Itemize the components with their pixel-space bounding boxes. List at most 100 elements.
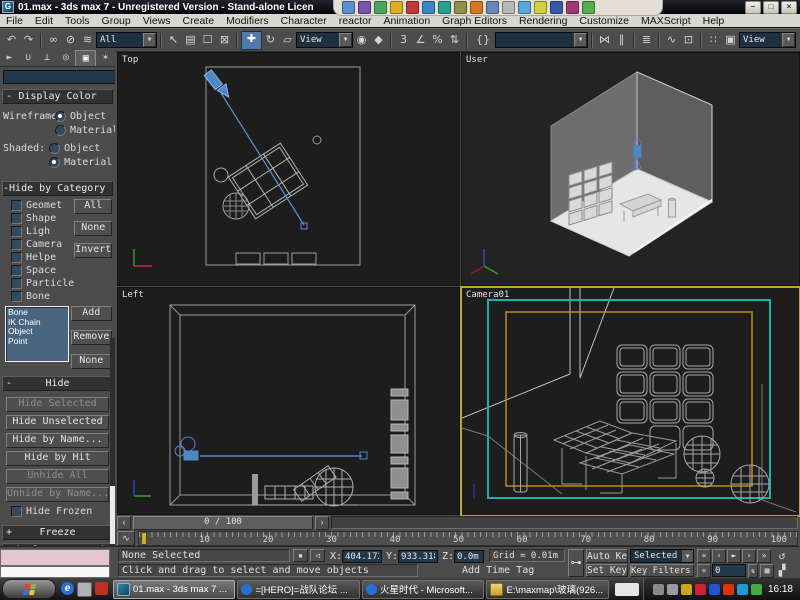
chevron-down-icon[interactable]: ▼: [339, 33, 352, 47]
window-crossing-icon[interactable]: ⊠: [216, 32, 233, 49]
go-to-end-icon[interactable]: »: [757, 549, 771, 563]
tray-icon[interactable]: [695, 584, 706, 595]
shortcut-icon[interactable]: [534, 1, 547, 14]
tray-clock[interactable]: 16:18: [768, 584, 793, 595]
show-desktop-icon[interactable]: [77, 582, 92, 597]
schematic-view-icon[interactable]: ⊡: [680, 32, 697, 49]
track-bar-ruler[interactable]: 0102030405060708090100: [138, 531, 798, 546]
close-button[interactable]: ×: [781, 1, 797, 14]
auto-key-button[interactable]: Auto Key: [586, 549, 628, 563]
mirror-icon[interactable]: ⋈: [596, 32, 613, 49]
menu-item[interactable]: MAXScript: [635, 15, 697, 27]
hide-action-button[interactable]: Unhide All: [6, 469, 109, 484]
absolute-offset-mode-icon[interactable]: ◁: [310, 549, 325, 562]
start-button[interactable]: [2, 579, 56, 599]
select-and-move-icon[interactable]: ✚: [241, 31, 262, 50]
material-editor-icon[interactable]: ∷: [705, 32, 722, 49]
previous-frame-icon[interactable]: ‹: [712, 549, 726, 563]
checkbox-icon[interactable]: [11, 265, 22, 276]
reference-coordinate-dropdown[interactable]: View ▼: [296, 32, 353, 48]
hide-action-button[interactable]: Hide by Hit: [6, 451, 109, 466]
menu-item[interactable]: Edit: [29, 15, 59, 27]
shortcut-icon[interactable]: [454, 1, 467, 14]
chevron-down-icon[interactable]: ▼: [574, 33, 587, 47]
category-action-button[interactable]: All: [74, 199, 112, 214]
list-action-button[interactable]: Add: [71, 306, 112, 321]
shortcut-icon[interactable]: [470, 1, 483, 14]
menu-item[interactable]: Modifiers: [220, 15, 275, 27]
spinner-snap-icon[interactable]: ⇅: [446, 32, 463, 49]
menu-item[interactable]: Views: [137, 15, 177, 27]
time-slider-right-icon[interactable]: ›: [315, 516, 329, 530]
taskbar-task-button[interactable]: E:\maxmap\玻璃(926...: [486, 580, 608, 599]
undo-icon[interactable]: ↶: [3, 32, 20, 49]
tray-icon[interactable]: [737, 584, 748, 595]
viewport-label[interactable]: Left: [122, 290, 144, 300]
percent-snap-icon[interactable]: %: [429, 32, 446, 49]
category-checkbox[interactable]: Geomet: [11, 199, 74, 212]
mini-curve-editor-icon[interactable]: ∿: [117, 531, 135, 546]
taskbar-task-button[interactable]: 火星时代 - Microsoft...: [362, 580, 484, 599]
tab-motion-icon[interactable]: ◎: [56, 50, 75, 66]
tray-icon[interactable]: [681, 584, 692, 595]
app-quick-launch-icon[interactable]: [95, 582, 108, 595]
maxscript-mini-listener[interactable]: [0, 566, 110, 578]
checkbox-icon[interactable]: [11, 213, 22, 224]
viewport-label[interactable]: Top: [122, 55, 138, 65]
min-max-toggle-icon[interactable]: ▞: [774, 564, 790, 578]
hide-action-button[interactable]: Hide Unselected: [6, 415, 109, 430]
ie-quick-launch-icon[interactable]: e: [61, 582, 74, 595]
category-action-button[interactable]: Invert: [74, 243, 112, 258]
checkbox-icon[interactable]: [11, 252, 22, 263]
set-key-button[interactable]: Set Key: [586, 564, 628, 577]
redo-icon[interactable]: ↷: [20, 32, 37, 49]
menu-item[interactable]: reactor: [333, 15, 378, 27]
shortcut-icon[interactable]: [422, 1, 435, 14]
shortcut-icon[interactable]: [550, 1, 563, 14]
selection-region-icon[interactable]: ☐: [199, 32, 216, 49]
tab-modify-icon[interactable]: ∪: [19, 50, 38, 66]
tab-display-icon[interactable]: ▣: [75, 50, 96, 66]
viewport-left[interactable]: Left: [117, 287, 460, 515]
shortcut-icon[interactable]: [374, 1, 387, 14]
tray-icon[interactable]: [653, 584, 664, 595]
shortcut-icon[interactable]: [438, 1, 451, 14]
checkbox-icon[interactable]: [11, 278, 22, 289]
current-frame-field[interactable]: [712, 564, 746, 577]
keyboard-override-icon[interactable]: {}: [471, 32, 495, 49]
minimize-button[interactable]: –: [745, 1, 761, 14]
select-by-name-icon[interactable]: ▤: [182, 32, 199, 49]
add-time-tag[interactable]: Add Time Tag: [462, 564, 534, 577]
selection-filter-dropdown[interactable]: All ▼: [96, 32, 157, 48]
layer-manager-icon[interactable]: ≣: [638, 32, 655, 49]
render-preset-dropdown[interactable]: View ▼: [739, 32, 796, 48]
radio-shaded-material[interactable]: Material: [49, 156, 112, 168]
category-checkbox[interactable]: Bone: [11, 290, 74, 303]
tab-hierarchy-icon[interactable]: ⊥: [38, 50, 57, 66]
checkbox-icon[interactable]: [11, 506, 22, 517]
shortcut-icon[interactable]: [358, 1, 371, 14]
chevron-down-icon[interactable]: ▼: [782, 33, 795, 47]
list-item[interactable]: IK Chain Object: [8, 318, 66, 337]
time-slider[interactable]: ‹ 0 / 100 ›: [115, 515, 800, 530]
select-and-rotate-icon[interactable]: ↻: [262, 32, 279, 49]
tray-icon[interactable]: [751, 584, 762, 595]
viewport-label[interactable]: User: [466, 55, 488, 65]
time-config-icon[interactable]: ▦: [760, 564, 774, 578]
snap-toggle-3d-icon[interactable]: 3: [395, 32, 412, 49]
radio-icon[interactable]: [49, 143, 60, 154]
language-bar[interactable]: [615, 583, 639, 596]
tray-icon[interactable]: [667, 584, 678, 595]
viewport-camera01[interactable]: Camera01: [460, 286, 800, 517]
bind-to-spacewarp-icon[interactable]: ≋: [79, 32, 96, 49]
radio-wireframe-material[interactable]: Material: [55, 124, 115, 136]
menu-item[interactable]: Create: [177, 15, 221, 27]
list-item[interactable]: Point: [8, 337, 66, 347]
viewport-top[interactable]: Top: [117, 52, 460, 286]
radio-icon[interactable]: [55, 125, 66, 136]
key-mode-toggle-icon[interactable]: «: [697, 564, 711, 578]
use-pivot-center-icon[interactable]: ◉: [353, 32, 370, 49]
selection-lock-icon[interactable]: ▪: [293, 549, 308, 562]
radio-icon[interactable]: [49, 157, 60, 168]
list-action-button[interactable]: None: [71, 354, 112, 369]
